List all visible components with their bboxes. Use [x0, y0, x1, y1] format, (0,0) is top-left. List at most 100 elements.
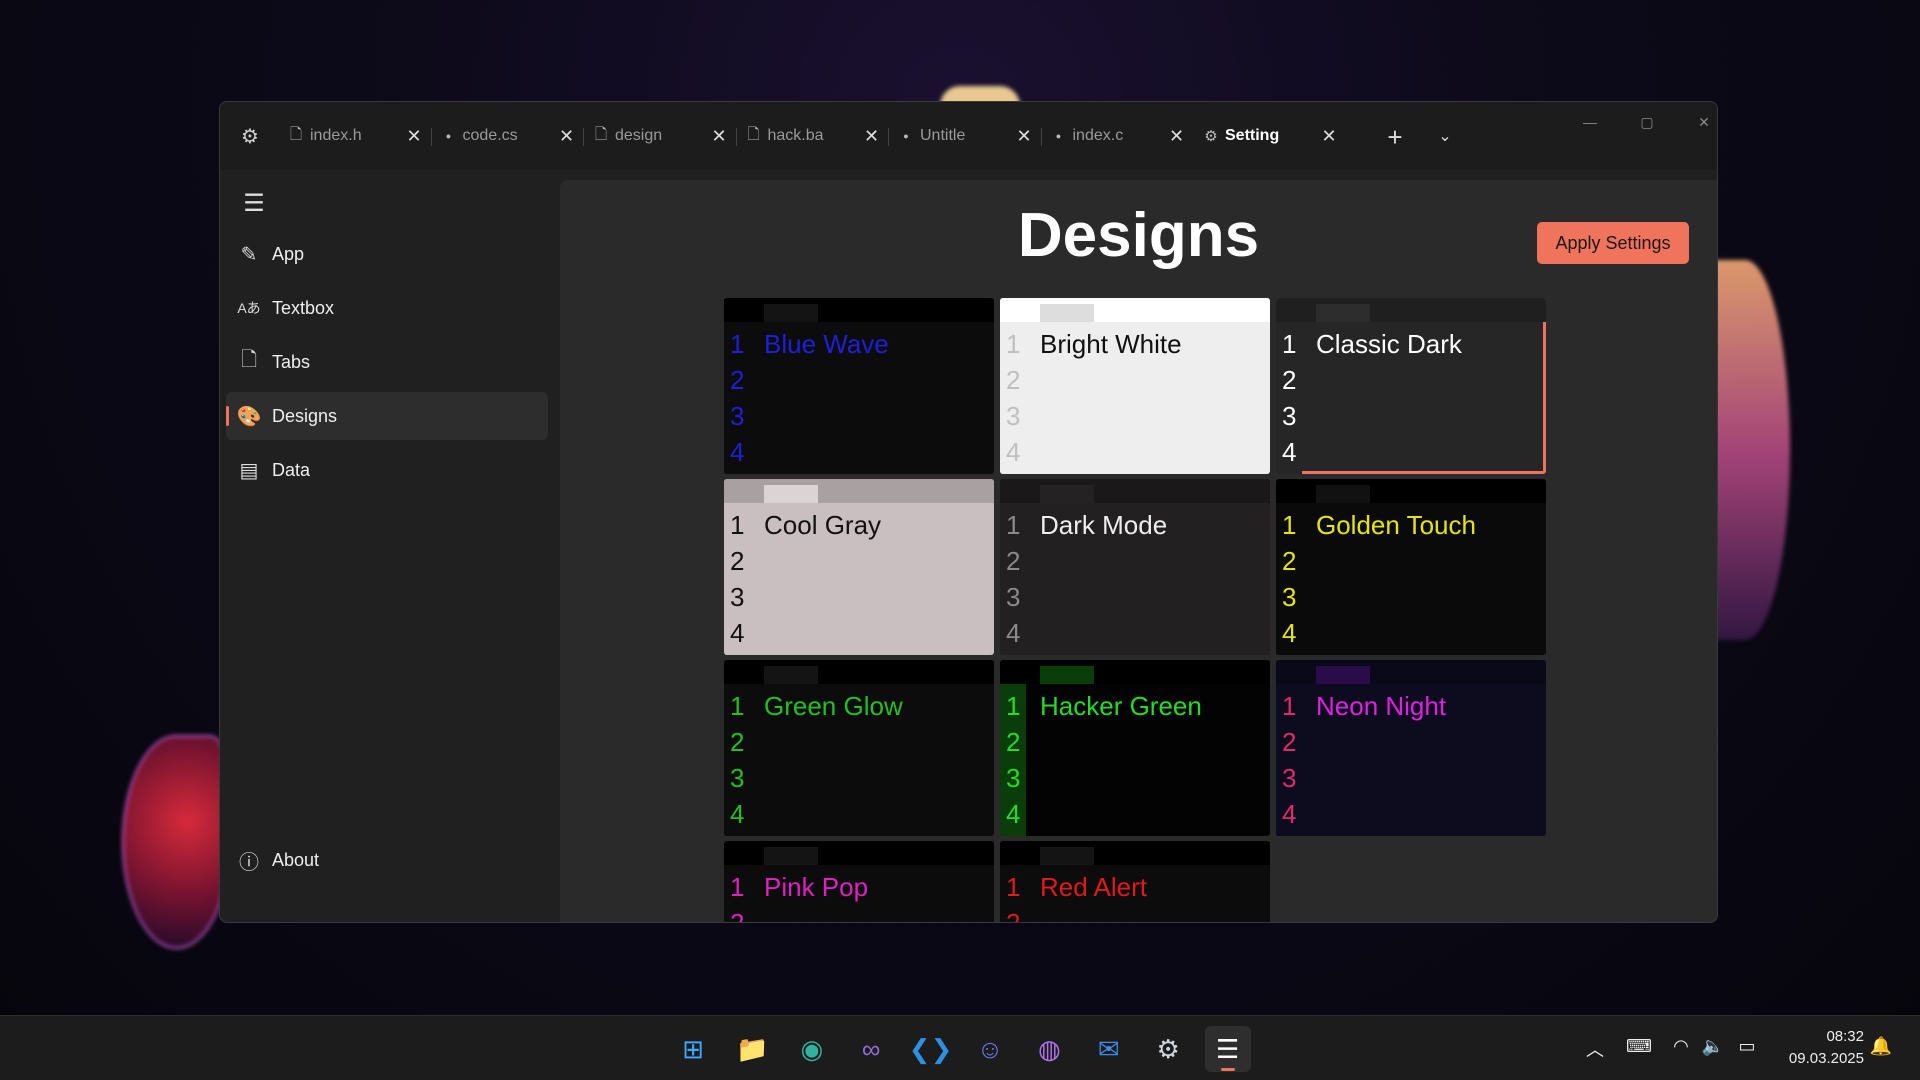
line-number: 1: [1282, 691, 1297, 721]
line-numbers: 1234: [730, 688, 744, 832]
close-tab-icon[interactable]: ✕: [555, 124, 579, 148]
tab-5[interactable]: ● index.c ✕: [1045, 114, 1193, 158]
vscode-icon[interactable]: ❮❯: [908, 1026, 954, 1072]
dot-icon: ●: [1055, 131, 1062, 141]
design-card[interactable]: 1 2 3 4 Neon Night: [1276, 660, 1546, 836]
design-card[interactable]: 1 2 3 4 Blue Wave: [724, 298, 994, 474]
minimize-button[interactable]: —: [1570, 110, 1610, 134]
close-tab-icon[interactable]: ✕: [860, 124, 884, 148]
thunderbird-icon[interactable]: ✉: [1086, 1026, 1132, 1072]
sidebar-item-tabs[interactable]: 🗋 Tabs: [226, 338, 548, 386]
close-window-button[interactable]: ✕: [1684, 110, 1717, 134]
tab-separator: [735, 128, 737, 146]
preview-tab: [764, 304, 818, 322]
windows-start-icon[interactable]: ⊞: [670, 1026, 716, 1072]
file-icon: 🗋: [594, 125, 608, 143]
line-numbers: 1234: [1006, 869, 1020, 922]
sidebar-item-app[interactable]: ✎ App: [226, 230, 548, 278]
close-tab-icon[interactable]: ✕: [1012, 124, 1036, 148]
visual-studio-icon[interactable]: ∞: [848, 1026, 894, 1072]
app-window: ⚙ 🗋 index.h ✕ ● code.cs ✕ 🗋 design ✕ 🗋 hack.ba ✕ ● Un…: [219, 101, 1718, 923]
sidebar-item-label: Textbox: [272, 297, 335, 318]
tab-label: index.c: [1072, 127, 1124, 144]
sidebar-item-data[interactable]: ▤ Data: [226, 446, 548, 494]
preview-tab: [1040, 666, 1094, 684]
clock[interactable]: 08:32 09.03.2025: [1774, 1026, 1864, 1070]
apply-settings-button[interactable]: Apply Settings: [1537, 222, 1689, 264]
battery-icon[interactable]: ▭: [1732, 1036, 1762, 1057]
line-number: 3: [730, 763, 745, 793]
maximize-button[interactable]: ▢: [1627, 110, 1667, 134]
line-number: 2: [1006, 905, 1020, 922]
tab-1[interactable]: ● code.cs ✕: [435, 114, 583, 158]
github-icon[interactable]: ◍: [1026, 1026, 1072, 1072]
line-number: 1: [1006, 510, 1021, 540]
line-number: 3: [1006, 582, 1021, 612]
file-explorer-icon[interactable]: 📁: [729, 1026, 775, 1072]
line-number: 4: [1006, 437, 1021, 467]
design-name: Blue Wave: [764, 329, 889, 359]
design-card[interactable]: 1 2 3 4 Hacker Green: [1000, 660, 1270, 836]
design-card[interactable]: 1 2 3 4 Cool Gray: [724, 479, 994, 655]
design-card[interactable]: 1 2 3 4 Classic Dark: [1276, 298, 1546, 474]
design-card[interactable]: 1234 Red Alert: [1000, 841, 1270, 922]
document-icon: 🗋: [240, 349, 258, 371]
sidebar-item-label: Designs: [272, 405, 338, 426]
edge-icon[interactable]: ◉: [789, 1026, 835, 1072]
design-card[interactable]: 1 2 3 4 Golden Touch: [1276, 479, 1546, 655]
design-card[interactable]: 1 2 3 4 Dark Mode: [1000, 479, 1270, 655]
sidebar-item-label: Data: [272, 459, 311, 480]
tab-0[interactable]: 🗋 index.h ✕: [282, 114, 430, 158]
line-numbers: 1234: [730, 869, 744, 922]
settings-icon[interactable]: ⚙: [1145, 1026, 1191, 1072]
volume-icon[interactable]: 🔈: [1698, 1036, 1728, 1057]
close-tab-icon[interactable]: ✕: [1317, 124, 1341, 148]
tab-3[interactable]: 🗋 hack.ba ✕: [740, 114, 888, 158]
sidebar-item-textbox[interactable]: Aあ Textbox: [226, 284, 548, 332]
design-name: Dark Mode: [1040, 510, 1168, 540]
new-tab-button[interactable]: +: [1380, 122, 1410, 152]
line-number: 2: [730, 546, 745, 576]
line-number: 4: [1282, 799, 1297, 829]
gear-icon: ⚙: [1204, 128, 1218, 145]
preview-tab: [1316, 666, 1370, 684]
wifi-icon[interactable]: ◠: [1666, 1036, 1696, 1057]
tab-6[interactable]: ⚙ Setting ✕: [1197, 114, 1345, 158]
taskbar: ⊞ 📁 ◉ ∞ ❮❯ ☺ ◍ ✉ ⚙ ☰ ︿ ⌨ ◠ 🔈 ▭ 08:32 09.03.2025 🔔: [0, 1015, 1920, 1080]
line-numbers: 1234: [1006, 507, 1020, 651]
line-number: 4: [1006, 799, 1021, 829]
line-number: 1: [730, 329, 745, 359]
chevron-up-icon[interactable]: ︿: [1580, 1036, 1610, 1062]
textpad-icon[interactable]: ☰: [1204, 1026, 1251, 1072]
close-tab-icon[interactable]: ✕: [1165, 124, 1189, 148]
design-card[interactable]: 1 2 3 4 Bright White: [1000, 298, 1270, 474]
dot-icon: ●: [903, 131, 909, 141]
line-numbers: 1234: [1282, 326, 1296, 470]
font-icon: Aあ: [237, 300, 261, 316]
tab-2[interactable]: 🗋 design ✕: [587, 114, 735, 158]
sidebar-item-about[interactable]: ⓘ About: [226, 836, 548, 884]
close-tab-icon[interactable]: ✕: [402, 124, 426, 148]
keyboard-icon[interactable]: ⌨: [1624, 1036, 1654, 1057]
line-number: 1: [730, 872, 745, 902]
tab-list-dropdown-button[interactable]: ⌄: [1430, 122, 1460, 152]
line-number: 3: [1282, 582, 1297, 612]
notification-bell-icon[interactable]: 🔔: [1866, 1036, 1896, 1057]
tab-4[interactable]: ● Untitle ✕: [892, 114, 1040, 158]
tab-label: Setting: [1225, 127, 1280, 144]
preview-tab: [1316, 304, 1370, 322]
hamburger-menu-icon[interactable]: ☰: [238, 188, 270, 220]
tab-label: index.h: [310, 127, 362, 144]
design-name: Pink Pop: [764, 872, 869, 902]
line-number: 1: [1006, 329, 1021, 359]
design-name: Green Glow: [764, 691, 903, 721]
design-card[interactable]: 1 2 3 4 Green Glow: [724, 660, 994, 836]
design-card[interactable]: 1234 Pink Pop: [724, 841, 994, 922]
line-number: 1: [1006, 691, 1021, 721]
preview-tab: [764, 485, 818, 503]
palette-icon: 🎨: [236, 405, 262, 428]
close-tab-icon[interactable]: ✕: [707, 124, 731, 148]
discord-icon[interactable]: ☺: [967, 1026, 1013, 1072]
sidebar-item-designs[interactable]: 🎨 Designs: [226, 392, 548, 440]
settings-gear-icon[interactable]: ⚙: [234, 120, 266, 152]
